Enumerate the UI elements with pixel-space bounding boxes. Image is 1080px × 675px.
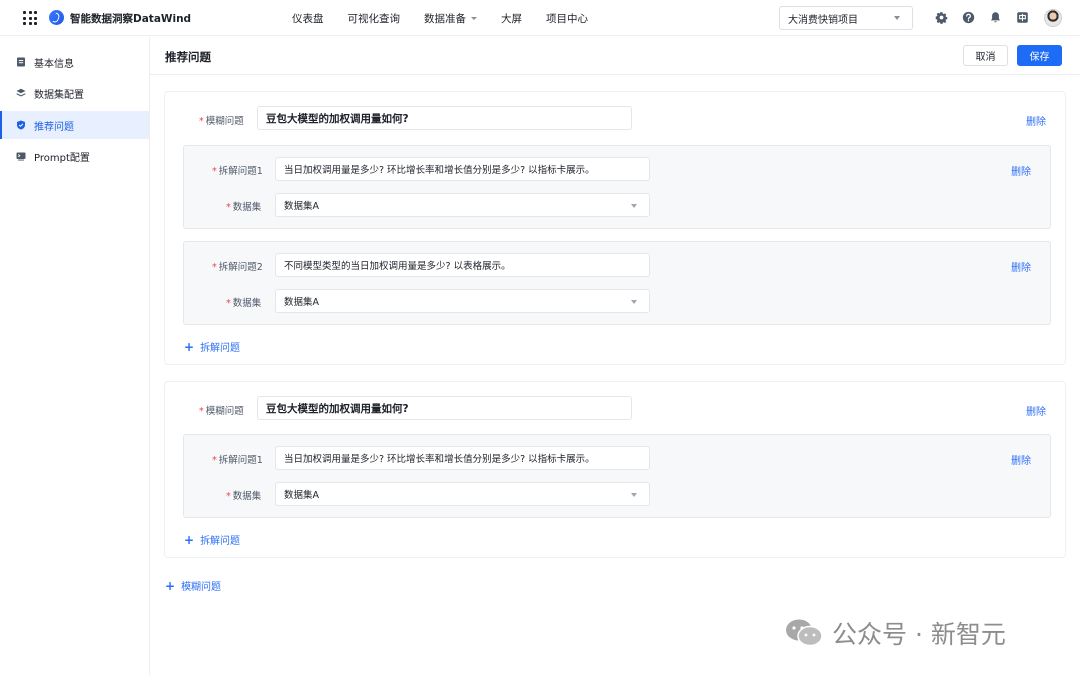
sidebar-item-label: 推荐问题 <box>34 121 74 133</box>
delete-sub-question-link[interactable]: 删除 <box>1011 259 1031 274</box>
dataset-label: * 数据集 <box>226 202 262 213</box>
project-select-value: 大消费快销项目 <box>788 14 858 26</box>
dataset-select[interactable]: 数据集A <box>275 289 650 313</box>
dataset-select[interactable]: 数据集A <box>275 482 650 506</box>
nav-dashboard[interactable]: 仪表盘 <box>292 11 324 26</box>
app-grid-icon[interactable] <box>23 11 37 25</box>
dataset-select-value: 数据集A <box>284 490 319 501</box>
language-icon[interactable] <box>1016 11 1029 24</box>
chevron-down-icon <box>631 204 637 208</box>
datawind-logo-icon <box>49 10 64 25</box>
nav-big-screen[interactable]: 大屏 <box>501 11 522 26</box>
page-title: 推荐问题 <box>165 50 211 64</box>
add-sub-question-button[interactable]: + 拆解问题 <box>184 339 240 355</box>
nav-data-prep[interactable]: 数据准备 <box>424 11 477 26</box>
dataset-select-value: 数据集A <box>284 297 319 308</box>
sidebar-item-label: 数据集配置 <box>34 89 84 101</box>
chevron-down-icon <box>471 17 477 20</box>
dataset-label: * 数据集 <box>226 491 262 502</box>
sub-question-label: * 拆解问题1 <box>212 455 263 466</box>
chevron-down-icon <box>631 300 637 304</box>
chevron-down-icon <box>894 16 900 20</box>
fuzzy-question-label: * 模糊问题 <box>199 406 244 417</box>
gear-icon[interactable] <box>935 11 948 24</box>
user-avatar[interactable] <box>1044 9 1062 27</box>
dataset-label: * 数据集 <box>226 298 262 309</box>
nav-visual-query[interactable]: 可视化查询 <box>348 11 401 26</box>
sidebar: 基本信息 数据集配置 推荐问题 Prompt配置 <box>0 37 150 675</box>
watermark-text: 公众号 · 新智元 <box>832 620 1006 649</box>
document-icon <box>17 57 25 67</box>
fuzzy-question-input[interactable]: 豆包大模型的加权调用量如何? <box>257 106 632 130</box>
prompt-icon <box>16 152 26 161</box>
top-navigation-bar: 智能数据洞察DataWind 仪表盘 可视化查询 数据准备 大屏 项目中心 大消… <box>0 0 1080 36</box>
cancel-button[interactable]: 取消 <box>963 45 1008 66</box>
sidebar-item-prompt-config[interactable]: Prompt配置 <box>0 142 149 170</box>
nav-project-center[interactable]: 项目中心 <box>546 11 588 26</box>
watermark: 公众号 · 新智元 <box>784 615 1006 651</box>
add-sub-question-button[interactable]: + 拆解问题 <box>184 532 240 548</box>
dataset-select-value: 数据集A <box>284 201 319 212</box>
project-select[interactable]: 大消费快销项目 <box>779 6 913 30</box>
app-title[interactable]: 智能数据洞察DataWind <box>70 11 191 26</box>
plus-icon: + <box>184 532 195 547</box>
delete-fuzzy-question-link[interactable]: 删除 <box>1026 113 1046 128</box>
question-card: * 模糊问题 豆包大模型的加权调用量如何? 删除 * 拆解问题1 当日加权调用量是多… <box>164 381 1066 558</box>
layers-icon <box>16 88 26 97</box>
sub-question-input[interactable]: 当日加权调用量是多少? 环比增长率和增长值分别是多少? 以指标卡展示。 <box>275 157 650 181</box>
dataset-select[interactable]: 数据集A <box>275 193 650 217</box>
sub-question-input[interactable]: 当日加权调用量是多少? 环比增长率和增长值分别是多少? 以指标卡展示。 <box>275 446 650 470</box>
main-nav: 仪表盘 可视化查询 数据准备 大屏 项目中心 <box>292 11 612 26</box>
fuzzy-question-input[interactable]: 豆包大模型的加权调用量如何? <box>257 396 632 420</box>
sidebar-item-label: 基本信息 <box>34 58 74 70</box>
sidebar-item-label: Prompt配置 <box>34 152 90 164</box>
wechat-icon <box>786 619 823 647</box>
plus-icon: + <box>184 339 195 354</box>
delete-fuzzy-question-link[interactable]: 删除 <box>1026 403 1046 418</box>
sidebar-item-dataset-config[interactable]: 数据集配置 <box>0 79 149 107</box>
fuzzy-question-label: * 模糊问题 <box>199 116 244 127</box>
sub-question-card: * 拆解问题1 当日加权调用量是多少? 环比增长率和增长值分别是多少? 以指标卡展… <box>183 434 1051 518</box>
sidebar-item-basic-info[interactable]: 基本信息 <box>0 48 149 76</box>
delete-sub-question-link[interactable]: 删除 <box>1011 452 1031 467</box>
add-fuzzy-question-button[interactable]: + 模糊问题 <box>165 578 221 594</box>
chevron-down-icon <box>631 493 637 497</box>
sub-question-card: * 拆解问题2 不同模型类型的当日加权调用量是多少? 以表格展示。 删除 * 数据集… <box>183 241 1051 325</box>
sidebar-item-recommended-questions[interactable]: 推荐问题 <box>0 111 149 139</box>
shield-icon <box>17 120 25 130</box>
delete-sub-question-link[interactable]: 删除 <box>1011 163 1031 178</box>
help-icon[interactable] <box>962 11 975 24</box>
page-header: 推荐问题 取消 保存 <box>150 37 1080 75</box>
nav-data-prep-label: 数据准备 <box>424 13 466 25</box>
save-button[interactable]: 保存 <box>1017 45 1062 66</box>
sub-question-input[interactable]: 不同模型类型的当日加权调用量是多少? 以表格展示。 <box>275 253 650 277</box>
sub-question-card: * 拆解问题1 当日加权调用量是多少? 环比增长率和增长值分别是多少? 以指标卡展… <box>183 145 1051 229</box>
sub-question-label: * 拆解问题1 <box>212 166 263 177</box>
bell-icon[interactable] <box>989 11 1002 24</box>
sub-question-label: * 拆解问题2 <box>212 262 263 273</box>
plus-icon: + <box>165 578 176 593</box>
question-card: * 模糊问题 豆包大模型的加权调用量如何? 删除 * 拆解问题1 当日加权调用量是多… <box>164 91 1066 365</box>
